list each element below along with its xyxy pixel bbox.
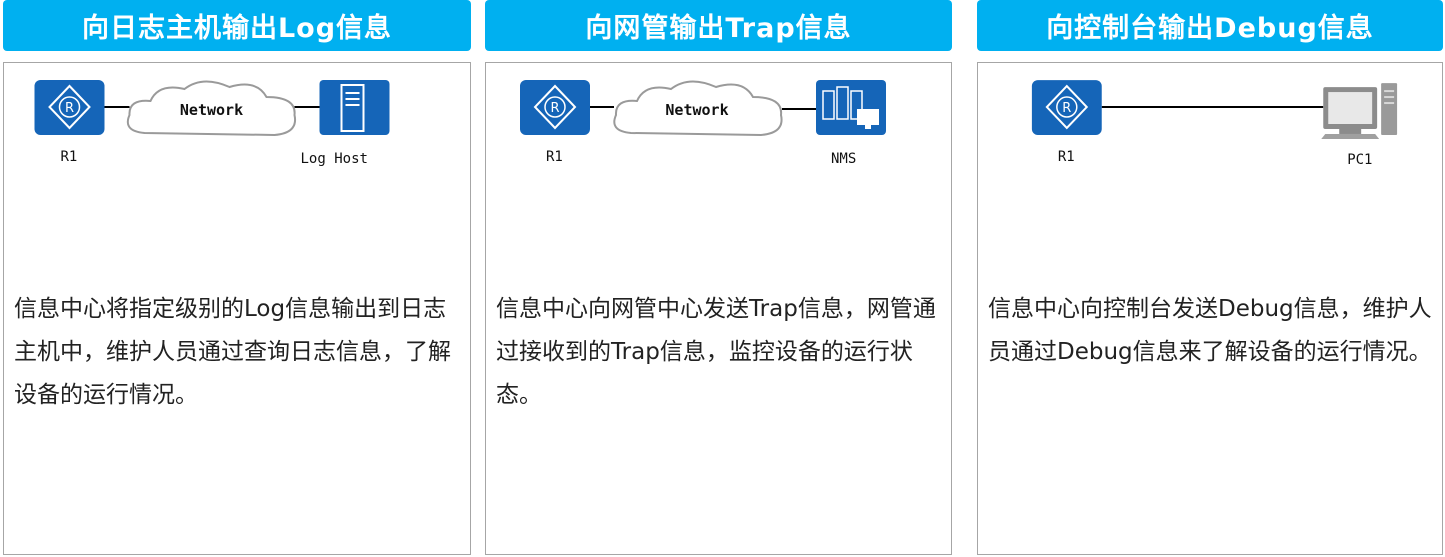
router-icon: R [1031, 80, 1102, 135]
panel-log-host: 向日志主机输出Log信息 R Network R1 Log Host 信息中心将… [3, 0, 471, 557]
network-diagram: R R1 PC1 [1031, 80, 1398, 168]
host-label: NMS [831, 151, 856, 167]
router-label: R1 [546, 149, 563, 165]
svg-text:R: R [1062, 101, 1071, 116]
network-diagram: R Network R1 Log Host [34, 80, 390, 167]
cloud-label: Network [180, 101, 243, 119]
panel-console: 向控制台输出Debug信息 R R1 PC1 信息中心向控制台发送Debug信息… [977, 0, 1443, 557]
svg-text:R: R [550, 101, 559, 116]
panel-description: 信息中心向网管中心发送Trap信息，网管通过接收到的Trap信息，监控设备的运行… [496, 296, 936, 408]
svg-text:R: R [65, 101, 74, 116]
panel-nms: 向网管输出Trap信息 R Network R1 NMS 信息中心向网管中心发送… [485, 0, 952, 557]
panel-title: 向网管输出Trap信息 [485, 0, 952, 51]
panel-card: R Network R1 Log Host 信息中心将指定级别的Log信息输出到… [3, 62, 471, 555]
panel-description: 信息中心向控制台发送Debug信息，维护人员通过Debug信息来了解设备的运行情… [988, 296, 1432, 365]
panel-description: 信息中心将指定级别的Log信息输出到日志主机中，维护人员通过查询日志信息，了解设… [14, 296, 451, 408]
panel-title: 向日志主机输出Log信息 [3, 0, 471, 51]
router-icon: R [34, 80, 105, 135]
network-diagram: R Network R1 NMS [520, 80, 886, 167]
host-label: PC1 [1347, 152, 1372, 168]
nms-server-icon [816, 80, 886, 135]
log-server-icon [319, 80, 390, 135]
panel-title: 向控制台输出Debug信息 [977, 0, 1443, 51]
pc-icon [1321, 83, 1398, 139]
router-icon: R [520, 80, 590, 135]
router-label: R1 [1058, 149, 1075, 165]
router-label: R1 [61, 149, 78, 165]
host-label: Log Host [301, 151, 368, 167]
panel-card: R R1 PC1 信息中心向控制台发送Debug信息，维护人员通过Debug信息… [977, 62, 1443, 555]
cloud-label: Network [665, 101, 728, 119]
panel-card: R Network R1 NMS 信息中心向网管中心发送Trap信息，网管通过接… [485, 62, 952, 555]
